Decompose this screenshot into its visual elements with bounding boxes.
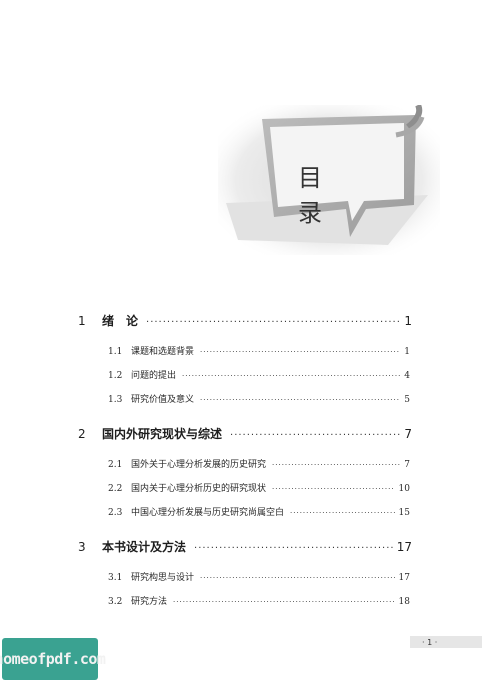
toc-entry-number: 1.2 (108, 371, 123, 381)
toc-chapter-row[interactable]: 3 本书设计及方法 ································… (78, 538, 412, 555)
toc-section-row[interactable]: 2.3 中国心理分析发展与历史研究尚属空白 ····················… (108, 505, 410, 518)
toc-entry-number: 3 (78, 540, 86, 554)
toc-entry-page: 17 (398, 573, 410, 583)
toc-entry-page: 7 (404, 427, 412, 441)
toc-entry-title: 问题的提出 (131, 371, 177, 381)
toc-section-row[interactable]: 1.2 问题的提出 ································… (108, 368, 410, 381)
toc-entry-page: 17 (396, 540, 412, 554)
toc-entry-title: 中国心理分析发展与历史研究尚属空白 (131, 508, 285, 518)
toc-section-row[interactable]: 2.2 国内关于心理分析历史的研究现状 ······················… (108, 481, 410, 494)
toc-entry-page: 7 (404, 460, 410, 470)
document-page: 目 录 1 绪 论 ································… (0, 0, 482, 681)
toc-entry-page: 18 (398, 597, 410, 607)
toc-entry-title: 研究价值及意义 (131, 395, 195, 405)
toc-entry-title: 研究方法 (131, 597, 168, 607)
toc-section-row[interactable]: 1.1 课题和选题背景 ······························… (108, 344, 410, 357)
toc-section-row[interactable]: 3.1 研究构思与设计 ······························… (108, 570, 410, 583)
toc-leader-dots: ········································… (173, 598, 395, 606)
toc-entry-number: 3.2 (108, 597, 123, 607)
watermark-badge: homeofpdf.com (0, 638, 106, 680)
toc-leader-dots: ········································… (182, 372, 400, 380)
toc-entry-title: 研究构思与设计 (131, 573, 195, 583)
toc-entry-number: 3.1 (108, 573, 123, 583)
toc-entry-page: 5 (404, 395, 410, 405)
toc-entry-number: 2.2 (108, 484, 123, 494)
toc-chapter-row[interactable]: 2 国内外研究现状与综述 ·····························… (78, 425, 412, 442)
toc-entry-page: 4 (404, 371, 410, 381)
page-number: · 1 · (410, 636, 482, 648)
toc-entry-title: 绪 论 (102, 314, 139, 328)
toc-entry-title: 国内外研究现状与综述 (102, 427, 223, 441)
toc-leader-dots: ········································… (200, 348, 400, 356)
toc-leader-dots: ········································… (272, 485, 395, 493)
toc-leader-dots: ········································… (146, 317, 400, 328)
toc-entry-page: 1 (404, 314, 412, 328)
page-title: 目 录 (298, 164, 336, 227)
toc-entry-number: 1 (78, 314, 86, 328)
toc-entry-number: 2.1 (108, 460, 123, 470)
toc-leader-dots: ········································… (272, 461, 400, 469)
toc-leader-dots: ········································… (290, 509, 395, 517)
toc-section-row[interactable]: 1.3 研究价值及意义 ······························… (108, 392, 410, 405)
toc-entry-title: 国内关于心理分析历史的研究现状 (131, 484, 267, 494)
toc-entry-title: 本书设计及方法 (102, 540, 187, 554)
toc-entry-number: 2 (78, 427, 86, 441)
toc-entry-title: 课题和选题背景 (131, 347, 195, 357)
toc-entry-title: 国外关于心理分析发展的历史研究 (131, 460, 267, 470)
toc-entry-number: 2.3 (108, 508, 123, 518)
toc-section-row[interactable]: 3.2 研究方法 ·································… (108, 594, 410, 607)
toc-leader-dots: ········································… (230, 430, 401, 441)
toc-leader-dots: ········································… (200, 574, 395, 582)
toc-entry-number: 1.1 (108, 347, 123, 357)
toc-leader-dots: ········································… (194, 543, 393, 554)
toc-entry-page: 1 (404, 347, 410, 357)
toc-entry-page: 15 (398, 508, 410, 518)
toc-entry-page: 10 (398, 484, 410, 494)
toc-chapter-row[interactable]: 1 绪 论 ····································… (78, 312, 412, 329)
toc-entry-number: 1.3 (108, 395, 123, 405)
toc-section-row[interactable]: 2.1 国外关于心理分析发展的历史研究 ······················… (108, 457, 410, 470)
toc-leader-dots: ········································… (200, 396, 400, 404)
